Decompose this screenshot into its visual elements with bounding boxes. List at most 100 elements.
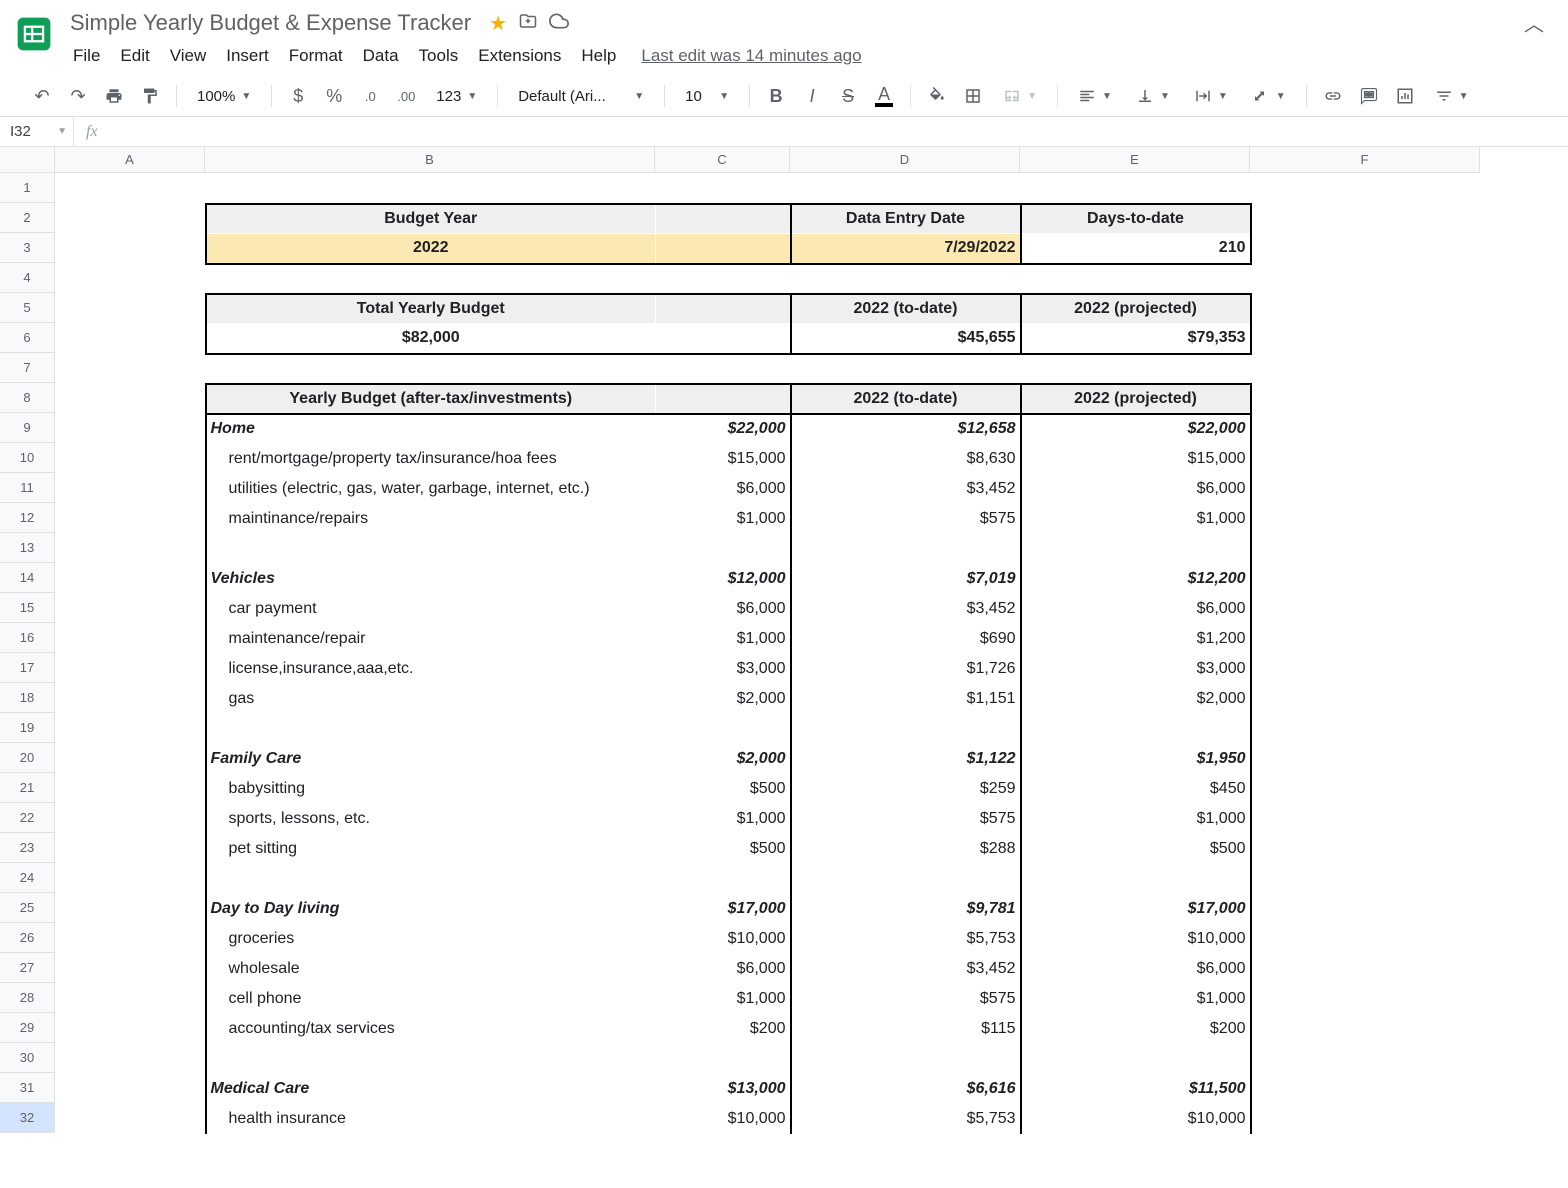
cell[interactable]: [1251, 624, 1481, 654]
item-name[interactable]: groceries: [206, 924, 656, 954]
cell[interactable]: [206, 174, 656, 204]
cell[interactable]: [1251, 864, 1481, 894]
font-size-select[interactable]: 10▼: [677, 84, 737, 109]
row-header-13[interactable]: 13: [0, 533, 55, 563]
item-to-date[interactable]: $115: [791, 1014, 1021, 1044]
item-name[interactable]: gas: [206, 684, 656, 714]
formula-input[interactable]: [110, 117, 1568, 146]
cell[interactable]: [56, 1044, 206, 1074]
cell[interactable]: [56, 864, 206, 894]
sheets-logo[interactable]: [10, 10, 58, 58]
item-budget[interactable]: $1,000: [656, 984, 791, 1014]
item-name[interactable]: accounting/tax services: [206, 1014, 656, 1044]
cell[interactable]: [56, 204, 206, 234]
select-all-corner[interactable]: [0, 147, 55, 173]
category-name[interactable]: Home: [206, 414, 656, 444]
row-header-8[interactable]: 8: [0, 383, 55, 413]
merge-cells-icon[interactable]: ▼: [995, 83, 1045, 109]
chart-icon[interactable]: [1391, 82, 1419, 110]
menu-format[interactable]: Format: [280, 42, 352, 70]
cell[interactable]: [56, 654, 206, 684]
row-header-1[interactable]: 1: [0, 173, 55, 203]
cell[interactable]: [656, 204, 791, 234]
cell[interactable]: [1021, 864, 1251, 894]
item-budget[interactable]: $500: [656, 774, 791, 804]
cell[interactable]: [1251, 1074, 1481, 1104]
document-title[interactable]: Simple Yearly Budget & Expense Tracker: [64, 8, 477, 38]
row-header-17[interactable]: 17: [0, 653, 55, 683]
row-header-15[interactable]: 15: [0, 593, 55, 623]
item-to-date[interactable]: $575: [791, 984, 1021, 1014]
star-icon[interactable]: ★: [489, 11, 507, 36]
cell[interactable]: [206, 1044, 656, 1074]
item-budget[interactable]: $10,000: [656, 1104, 791, 1134]
cell[interactable]: [1251, 1014, 1481, 1044]
row-header-12[interactable]: 12: [0, 503, 55, 533]
item-projected[interactable]: $10,000: [1021, 1104, 1251, 1134]
cell[interactable]: [56, 684, 206, 714]
cell[interactable]: [791, 264, 1021, 294]
item-to-date[interactable]: $5,753: [791, 924, 1021, 954]
move-icon[interactable]: [519, 12, 537, 35]
redo-icon[interactable]: ↷: [64, 82, 92, 110]
percent-icon[interactable]: %: [320, 82, 348, 110]
row-header-4[interactable]: 4: [0, 263, 55, 293]
item-budget[interactable]: $200: [656, 1014, 791, 1044]
row-header-32[interactable]: 32: [0, 1103, 55, 1133]
item-projected[interactable]: $1,200: [1021, 624, 1251, 654]
cell[interactable]: [1251, 804, 1481, 834]
cell[interactable]: [1021, 174, 1251, 204]
row-header-18[interactable]: 18: [0, 683, 55, 713]
item-name[interactable]: sports, lessons, etc.: [206, 804, 656, 834]
item-budget[interactable]: $6,000: [656, 594, 791, 624]
category-projected[interactable]: $11,500: [1021, 1074, 1251, 1104]
item-to-date[interactable]: $3,452: [791, 474, 1021, 504]
data-entry-label[interactable]: Data Entry Date: [791, 204, 1021, 234]
cell[interactable]: [56, 714, 206, 744]
cell[interactable]: [1251, 744, 1481, 774]
menu-extensions[interactable]: Extensions: [469, 42, 570, 70]
item-budget[interactable]: $6,000: [656, 954, 791, 984]
zoom-select[interactable]: 100%▼: [189, 84, 259, 109]
data-entry-value[interactable]: 7/29/2022: [791, 234, 1021, 264]
currency-icon[interactable]: $: [284, 82, 312, 110]
cell[interactable]: [56, 924, 206, 954]
item-to-date[interactable]: $288: [791, 834, 1021, 864]
cell[interactable]: [1251, 444, 1481, 474]
cell[interactable]: [56, 444, 206, 474]
cell[interactable]: [1251, 1044, 1481, 1074]
menu-view[interactable]: View: [161, 42, 216, 70]
cell[interactable]: [1251, 324, 1481, 354]
cell[interactable]: [206, 714, 656, 744]
row-header-24[interactable]: 24: [0, 863, 55, 893]
row-header-19[interactable]: 19: [0, 713, 55, 743]
row-header-20[interactable]: 20: [0, 743, 55, 773]
item-to-date[interactable]: $3,452: [791, 954, 1021, 984]
item-projected[interactable]: $15,000: [1021, 444, 1251, 474]
row-header-23[interactable]: 23: [0, 833, 55, 863]
total-budget-label[interactable]: Total Yearly Budget: [206, 294, 656, 324]
category-name[interactable]: Family Care: [206, 744, 656, 774]
cell[interactable]: [791, 174, 1021, 204]
projected-label[interactable]: 2022 (projected): [1021, 294, 1251, 324]
category-to-date[interactable]: $1,122: [791, 744, 1021, 774]
cell[interactable]: [56, 324, 206, 354]
row-header-25[interactable]: 25: [0, 893, 55, 923]
paint-format-icon[interactable]: [136, 82, 164, 110]
cell[interactable]: [56, 954, 206, 984]
item-name[interactable]: car payment: [206, 594, 656, 624]
cell[interactable]: [656, 864, 791, 894]
row-header-6[interactable]: 6: [0, 323, 55, 353]
row-header-9[interactable]: 9: [0, 413, 55, 443]
category-budget[interactable]: $2,000: [656, 744, 791, 774]
cell[interactable]: [1251, 1104, 1481, 1134]
section-to-date-label[interactable]: 2022 (to-date): [791, 384, 1021, 414]
cell[interactable]: [1251, 234, 1481, 264]
row-header-14[interactable]: 14: [0, 563, 55, 593]
cell[interactable]: [56, 234, 206, 264]
row-header-27[interactable]: 27: [0, 953, 55, 983]
cell[interactable]: [56, 834, 206, 864]
comment-icon[interactable]: [1355, 82, 1383, 110]
category-name[interactable]: Day to Day living: [206, 894, 656, 924]
item-name[interactable]: maintinance/repairs: [206, 504, 656, 534]
